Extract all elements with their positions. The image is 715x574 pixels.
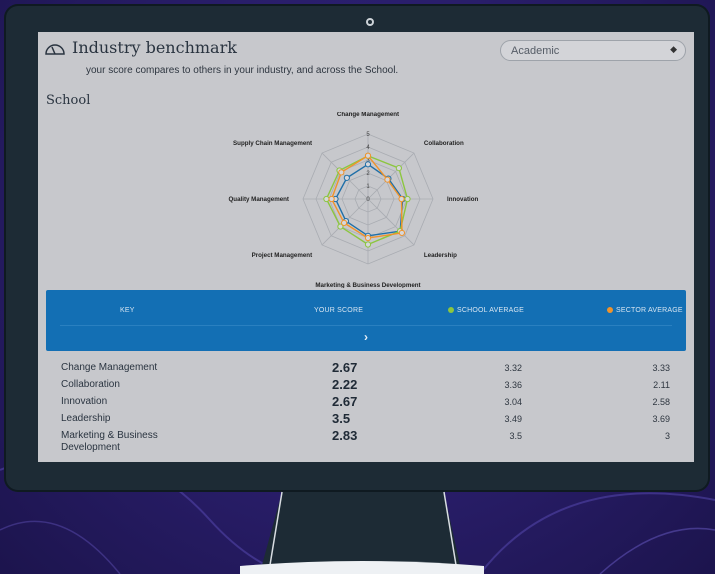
school-average-value: 3.36 — [504, 380, 522, 390]
radar-tick-label: 0 — [366, 197, 370, 203]
school-average-dot — [448, 307, 454, 313]
radar-point — [343, 174, 350, 181]
your-score-label: YOUR SCORE — [314, 307, 364, 314]
key-panel: KEY YOUR SCORE SCHOOL AVERAGE SECTOR AVE… — [46, 290, 686, 351]
row-label: Leadership — [61, 413, 111, 424]
gauge-icon — [45, 43, 65, 55]
key-divider — [60, 325, 672, 326]
industry-select[interactable]: Academic ◆ — [500, 40, 686, 61]
camera-icon — [366, 18, 374, 26]
radar-axis-label: Project Management — [252, 252, 313, 259]
key-label: KEY — [120, 307, 135, 314]
school-average-legend: SCHOOL AVERAGE — [448, 307, 524, 314]
your-score-value: 2.67 — [332, 394, 358, 409]
radar-axis-label: Innovation — [447, 196, 478, 203]
radar-point — [364, 241, 372, 248]
radar-axis-label: Supply Chain Management — [233, 140, 312, 147]
radar-point — [398, 229, 406, 237]
radar-point — [384, 176, 391, 183]
radar-axis-label: Change Management — [337, 112, 399, 118]
row-label: Collaboration — [61, 379, 120, 390]
school-average-value: 3.32 — [504, 363, 522, 373]
school-average-value: 3.49 — [504, 414, 522, 424]
key-header-row: KEY YOUR SCORE SCHOOL AVERAGE SECTOR AVE… — [46, 307, 686, 319]
school-average-value: 3.5 — [509, 431, 522, 441]
radar-point — [338, 169, 345, 176]
radar-axis-label: Leadership — [424, 252, 457, 259]
radar-point — [328, 195, 335, 203]
table-row: Innovation 2.67 3.04 2.58 — [38, 394, 694, 411]
your-score-value: 2.22 — [332, 377, 358, 392]
radar-point — [395, 165, 402, 172]
chevron-right-icon[interactable]: › — [364, 330, 368, 344]
industry-select-value: Academic — [511, 45, 560, 57]
sector-average-value: 2.11 — [653, 380, 670, 390]
page-title: Industry benchmark — [72, 38, 237, 57]
radar-point — [364, 152, 372, 159]
radar-axis-label: Collaboration — [424, 140, 464, 147]
sector-average-value: 3.69 — [652, 414, 670, 424]
row-label: Marketing & Business Development — [61, 430, 158, 453]
radar-point — [398, 195, 405, 203]
table-row: Leadership 3.5 3.49 3.69 — [38, 411, 694, 428]
table-row: Change Management 2.67 3.32 3.33 — [38, 360, 694, 377]
sector-average-value: 2.58 — [652, 397, 670, 407]
table-row: Marketing & Business Development 2.83 3.5 3 — [38, 428, 694, 453]
sector-average-value: 3.33 — [652, 363, 670, 373]
your-score-value: 3.5 — [332, 411, 351, 426]
row-label: Change Management — [61, 362, 158, 373]
radar-point — [340, 219, 348, 227]
radar-point — [323, 195, 330, 203]
radar-point — [364, 161, 372, 168]
radar-chart: 012345Change ManagementCollaborationInno… — [228, 112, 478, 288]
table-row: Collaboration 2.22 3.36 2.11 — [38, 377, 694, 394]
section-title: School — [46, 93, 91, 108]
radar-point — [364, 234, 372, 242]
select-caret-icon: ◆ — [670, 44, 677, 54]
page-header: Industry benchmark — [44, 38, 237, 57]
radar-axis-label: Quality Management — [228, 196, 289, 203]
page-subtitle: your score compares to others in your in… — [86, 65, 399, 76]
radar-axis-label: Marketing & Business Development — [315, 282, 420, 288]
sector-average-legend: SECTOR AVERAGE — [607, 307, 683, 314]
sector-average-dot — [607, 307, 613, 313]
row-label: Innovation — [61, 396, 108, 407]
school-average-value: 3.04 — [504, 397, 522, 407]
radar-point — [404, 195, 411, 203]
your-score-value: 2.83 — [332, 428, 358, 443]
your-score-value: 2.67 — [332, 360, 358, 375]
sector-average-value: 3 — [664, 431, 670, 441]
screen: Industry benchmark Academic ◆ your score… — [38, 32, 694, 462]
